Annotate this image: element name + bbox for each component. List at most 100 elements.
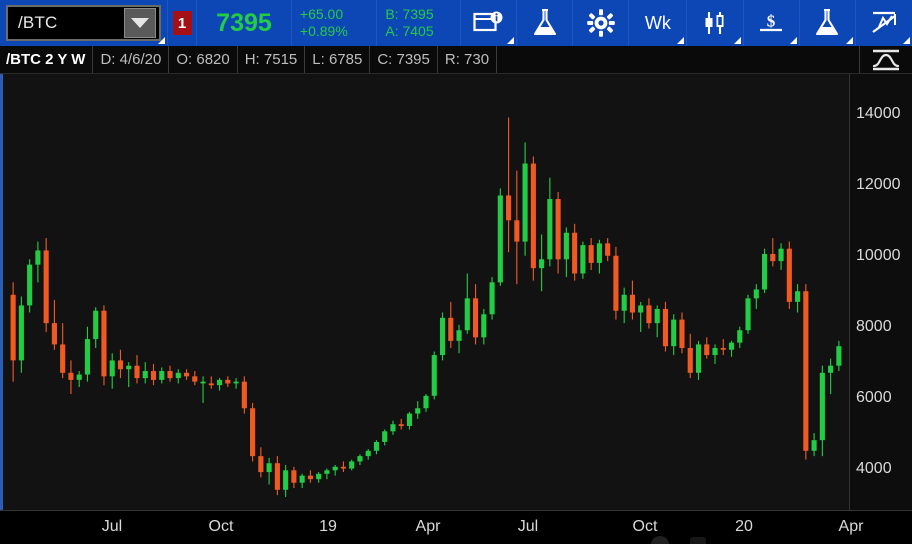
candle (778, 243, 784, 270)
resize-corner-icon[interactable] (158, 37, 165, 44)
candle (836, 340, 842, 372)
message-info-button[interactable] (461, 0, 518, 46)
bid-ask-cell: B: 7395 A: 7405 (377, 0, 461, 46)
candle (175, 369, 181, 384)
candle (456, 324, 462, 354)
chart-zoom-handle[interactable] (690, 537, 706, 544)
change-cell: +65.00 +0.89% (292, 0, 378, 46)
candle (481, 308, 487, 345)
bid-value: B: 7395 (385, 6, 434, 22)
candle (522, 142, 528, 256)
candle (415, 401, 421, 419)
price-tick-6000: 6000 (856, 388, 892, 406)
time-tick-6: 20 (735, 518, 753, 535)
candle (117, 349, 124, 379)
candle (200, 376, 206, 403)
candle (274, 456, 280, 496)
candle (431, 351, 437, 400)
candle (786, 241, 792, 309)
dropdown-corner-icon[interactable] (733, 37, 741, 44)
candle (539, 234, 545, 292)
candle (671, 314, 677, 356)
candle (76, 371, 82, 387)
candle (795, 284, 801, 313)
flask-button[interactable] (517, 0, 574, 46)
svg-text:$: $ (767, 12, 776, 31)
candlestick-style-icon (705, 12, 724, 34)
candlestick-series (10, 117, 842, 497)
candle (126, 362, 132, 387)
candle (299, 473, 305, 489)
infobar-close: C: 7395 (370, 46, 438, 73)
candle (390, 420, 396, 435)
candle (753, 284, 759, 309)
time-tick-1: Oct (208, 518, 234, 535)
chevron-down-icon[interactable] (124, 8, 156, 38)
symbol-text: /BTC (18, 13, 58, 32)
candle (472, 284, 479, 345)
settings-button[interactable] (573, 0, 630, 46)
candle (332, 464, 338, 476)
price-scale-button[interactable]: $ (744, 0, 800, 46)
dropdown-corner-icon[interactable] (845, 37, 853, 44)
time-tick-0: Jul (101, 518, 123, 535)
time-tick-4: Jul (517, 518, 539, 535)
dropdown-corner-icon[interactable] (903, 37, 911, 44)
infobar-open: O: 6820 (169, 46, 238, 73)
candle (109, 353, 115, 389)
symbol-entry-cell: /BTC (0, 0, 168, 46)
alert-badge-cell[interactable]: 1 (168, 0, 198, 46)
candle (159, 367, 165, 384)
candle (530, 156, 536, 281)
last-price-cell: 7395 (197, 0, 292, 46)
flask-icon (533, 8, 556, 36)
timeframe-button[interactable]: Wk (629, 0, 688, 46)
candle (464, 273, 470, 334)
candle (101, 305, 107, 386)
candle (514, 170, 520, 285)
curve-channel-button[interactable] (860, 46, 912, 73)
candle (555, 191, 561, 274)
candle (51, 300, 57, 350)
candle (398, 418, 404, 430)
candle (233, 378, 239, 389)
candle (183, 369, 190, 380)
time-tick-7: Apr (838, 518, 864, 535)
candle (18, 296, 24, 373)
dropdown-corner-icon[interactable] (677, 37, 685, 44)
candle (448, 301, 454, 348)
candle (580, 241, 586, 279)
chart-style-button[interactable] (687, 0, 744, 46)
symbol-input[interactable]: /BTC (6, 5, 161, 41)
candle (258, 447, 264, 478)
time-axis[interactable]: Jul Oct 19 Apr Jul Oct 20 Apr (0, 510, 912, 544)
drawing-tools-button[interactable] (856, 0, 912, 46)
candle (225, 376, 231, 387)
candle (134, 355, 140, 384)
change-absolute: +65.00 (299, 6, 344, 22)
chart-plot-area[interactable] (0, 74, 849, 510)
infobar-range: R: 730 (438, 46, 498, 73)
ask-value: A: 7405 (385, 23, 434, 39)
candle (712, 344, 718, 364)
candle (43, 238, 49, 333)
candle (27, 259, 33, 313)
price-axis[interactable]: 14000 12000 10000 8000 6000 4000 (849, 74, 912, 510)
time-tick-5: Oct (632, 518, 658, 535)
candle (217, 378, 223, 391)
candle (737, 326, 743, 348)
candle (68, 360, 74, 395)
candle (283, 464, 289, 497)
candle (150, 363, 157, 386)
price-tick-14000: 14000 (856, 104, 901, 122)
top-toolbar: /BTC 1 7395 +65.00 +0.89% B: 7395 A: 740… (0, 0, 912, 46)
candle (828, 358, 834, 395)
dropdown-corner-icon[interactable] (789, 37, 797, 44)
change-percent: +0.89% (299, 23, 348, 39)
candle (324, 468, 330, 480)
candle (811, 433, 817, 457)
dropdown-corner-icon[interactable] (507, 37, 515, 44)
candle (167, 365, 173, 382)
studies-button[interactable] (800, 0, 856, 46)
candle (439, 312, 446, 361)
